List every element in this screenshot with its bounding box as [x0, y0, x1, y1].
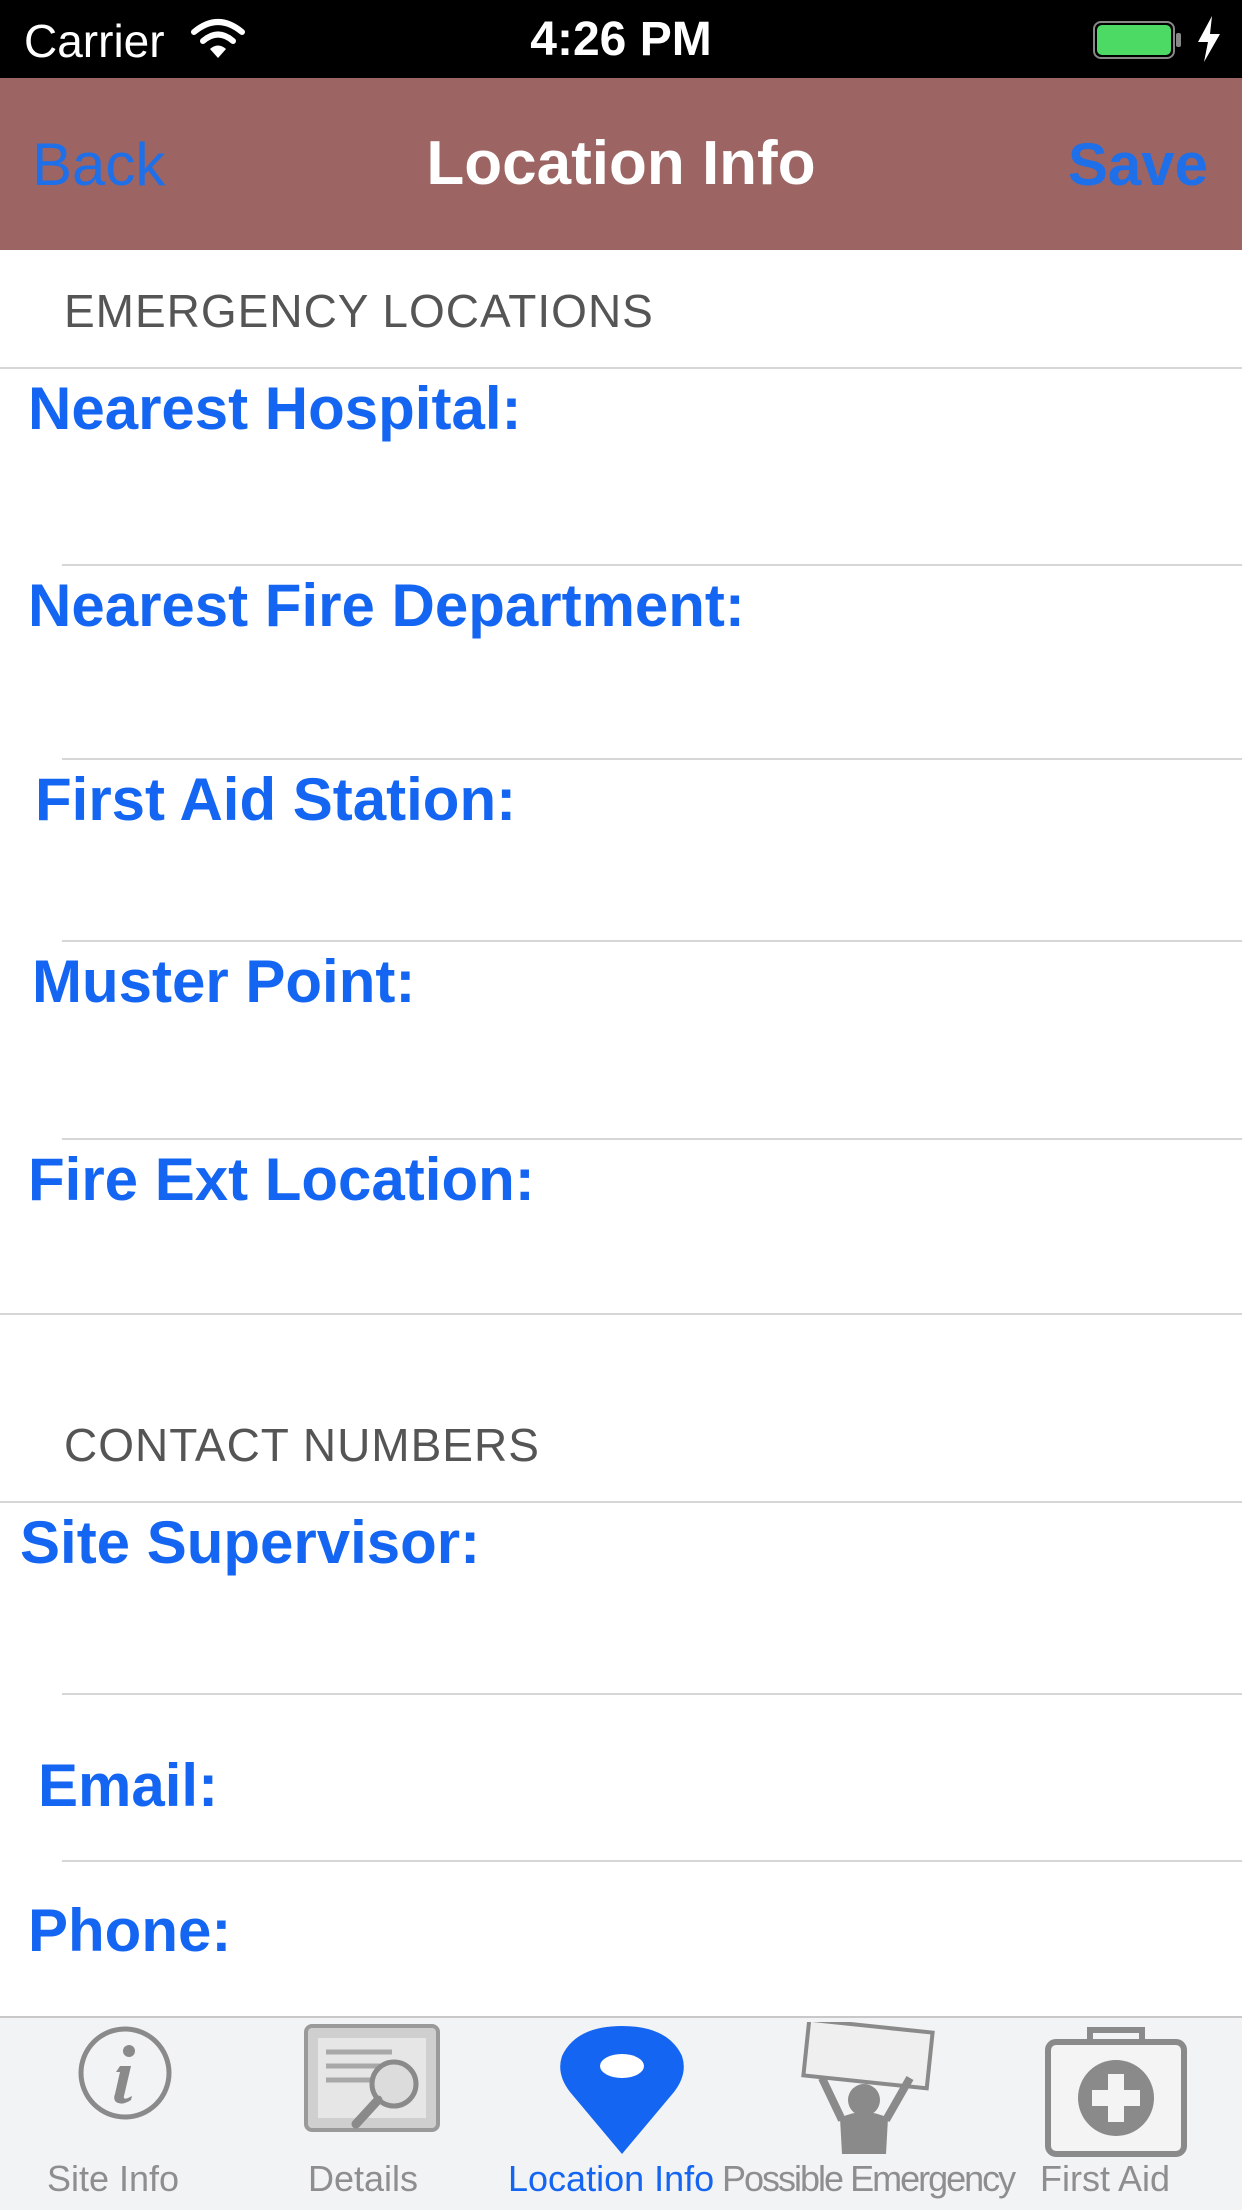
- tab-details[interactable]: Details: [248, 2018, 496, 2210]
- page-title: Location Info: [426, 129, 816, 198]
- section-header-emergency-locations: EMERGENCY LOCATIONS: [64, 285, 654, 337]
- charging-bolt-icon: [1198, 16, 1220, 62]
- tab-label-details: Details: [308, 2158, 419, 2199]
- divider: [0, 1501, 1242, 1503]
- save-button[interactable]: Save: [1068, 130, 1208, 199]
- phone-field[interactable]: Phone:: [28, 1896, 231, 1965]
- info-icon: [78, 2026, 172, 2120]
- help-sign-person-icon: [801, 2022, 935, 2154]
- muster-point-field[interactable]: Muster Point:: [32, 947, 415, 1016]
- tab-label-possible-emergency: Possible Emergency: [722, 2158, 1016, 2199]
- tab-label-site-info: Site Info: [47, 2158, 180, 2199]
- first-aid-station-field[interactable]: First Aid Station:: [35, 765, 516, 834]
- details-magnifier-icon: [304, 2024, 440, 2132]
- divider: [0, 1313, 1242, 1315]
- first-aid-kit-icon: [1045, 2027, 1187, 2157]
- divider: [62, 940, 1242, 942]
- section-header-contact-numbers: CONTACT NUMBERS: [64, 1419, 540, 1471]
- battery-icon: [1093, 21, 1181, 59]
- divider: [62, 758, 1242, 760]
- email-field[interactable]: Email:: [38, 1751, 218, 1820]
- status-bar: Carrier 4:26 PM: [0, 0, 1242, 78]
- site-supervisor-field[interactable]: Site Supervisor:: [20, 1508, 480, 1577]
- tab-possible-emergency[interactable]: Possible Emergency: [722, 2018, 1016, 2210]
- tab-site-info[interactable]: Site Info: [0, 2018, 248, 2210]
- fire-ext-location-field[interactable]: Fire Ext Location:: [28, 1145, 535, 1214]
- tab-label-location-info: Location Info: [508, 2158, 715, 2199]
- divider: [0, 367, 1242, 369]
- tab-label-first-aid: First Aid: [1040, 2158, 1171, 2199]
- divider: [62, 1860, 1242, 1862]
- divider: [62, 1693, 1242, 1695]
- divider: [62, 1138, 1242, 1140]
- nearest-hospital-field[interactable]: Nearest Hospital:: [28, 374, 521, 443]
- tab-location-info[interactable]: Location Info: [496, 2018, 744, 2210]
- navigation-bar: Back Location Info Save: [0, 78, 1242, 250]
- nearest-fire-department-field[interactable]: Nearest Fire Department:: [28, 571, 745, 640]
- tab-bar: Site Info Details Location Info Possible…: [0, 2016, 1242, 2210]
- tab-first-aid[interactable]: First Aid: [992, 2018, 1242, 2210]
- divider: [62, 564, 1242, 566]
- status-time: 4:26 PM: [530, 13, 712, 66]
- location-pin-icon: [560, 2026, 684, 2154]
